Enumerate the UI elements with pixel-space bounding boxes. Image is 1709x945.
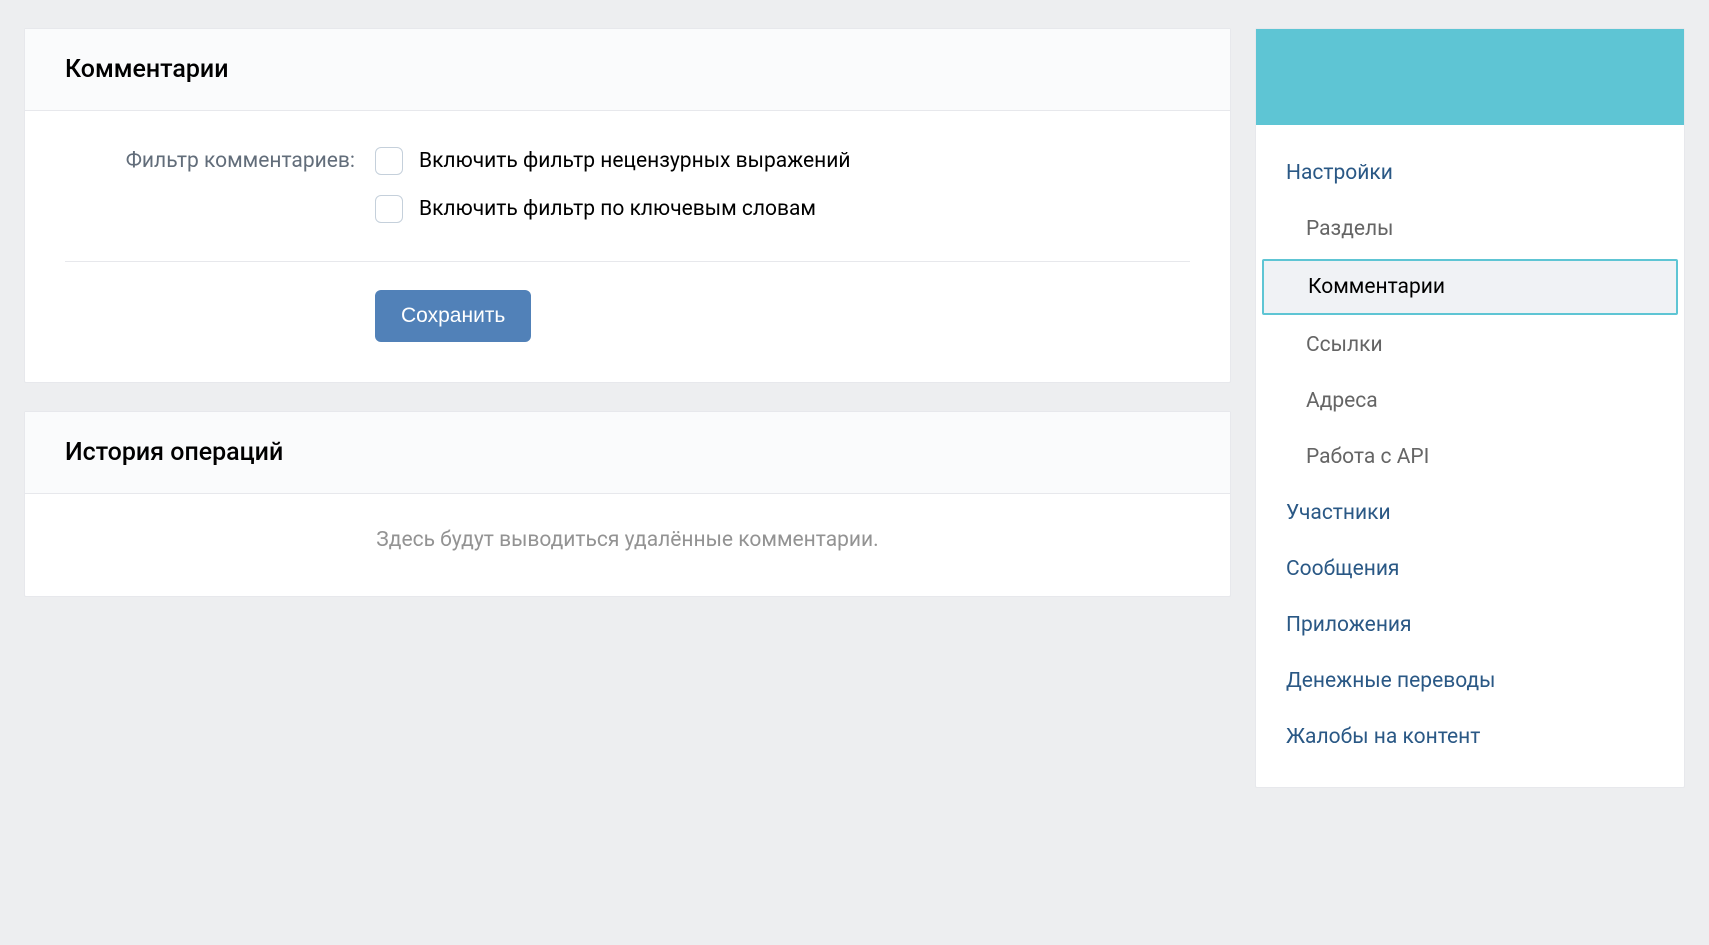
button-row: Сохранить	[65, 290, 1190, 342]
comments-card: Комментарии Фильтр комментариев: Включит…	[24, 28, 1231, 383]
save-button[interactable]: Сохранить	[375, 290, 531, 342]
sidebar-item-apps[interactable]: Приложения	[1256, 597, 1684, 653]
sidebar-item-settings[interactable]: Настройки	[1256, 145, 1684, 201]
sidebar-item-api[interactable]: Работа с API	[1256, 429, 1684, 485]
checkbox-profanity-label: Включить фильтр нецензурных выражений	[419, 149, 851, 173]
comments-title: Комментарии	[65, 55, 1190, 84]
sidebar-list: Настройки Разделы Комментарии Ссылки Адр…	[1256, 125, 1684, 787]
sidebar-banner	[1256, 29, 1684, 125]
filter-label: Фильтр комментариев:	[65, 147, 355, 173]
checkbox-box-icon	[375, 195, 403, 223]
sidebar-item-money[interactable]: Денежные переводы	[1256, 653, 1684, 709]
sidebar-item-links[interactable]: Ссылки	[1256, 317, 1684, 373]
sidebar-item-sections[interactable]: Разделы	[1256, 201, 1684, 257]
checkbox-box-icon	[375, 147, 403, 175]
history-card-header: История операций	[25, 412, 1230, 494]
checkbox-keywords-label: Включить фильтр по ключевым словам	[419, 197, 816, 221]
history-title: История операций	[65, 438, 1190, 467]
checkbox-keywords[interactable]: Включить фильтр по ключевым словам	[375, 195, 1190, 223]
filter-row: Фильтр комментариев: Включить фильтр нец…	[65, 147, 1190, 243]
sidebar-item-members[interactable]: Участники	[1256, 485, 1684, 541]
sidebar-item-comments[interactable]: Комментарии	[1262, 259, 1678, 315]
divider	[65, 261, 1190, 262]
sidebar-item-messages[interactable]: Сообщения	[1256, 541, 1684, 597]
history-empty-text: Здесь будут выводиться удалённые коммент…	[25, 494, 1230, 596]
comments-card-header: Комментарии	[25, 29, 1230, 111]
sidebar: Настройки Разделы Комментарии Ссылки Адр…	[1255, 28, 1685, 788]
filter-inputs: Включить фильтр нецензурных выражений Вк…	[375, 147, 1190, 243]
history-card: История операций Здесь будут выводиться …	[24, 411, 1231, 597]
sidebar-item-reports[interactable]: Жалобы на контент	[1256, 709, 1684, 765]
comments-card-body: Фильтр комментариев: Включить фильтр нец…	[25, 111, 1230, 382]
checkbox-profanity[interactable]: Включить фильтр нецензурных выражений	[375, 147, 1190, 175]
sidebar-item-addresses[interactable]: Адреса	[1256, 373, 1684, 429]
